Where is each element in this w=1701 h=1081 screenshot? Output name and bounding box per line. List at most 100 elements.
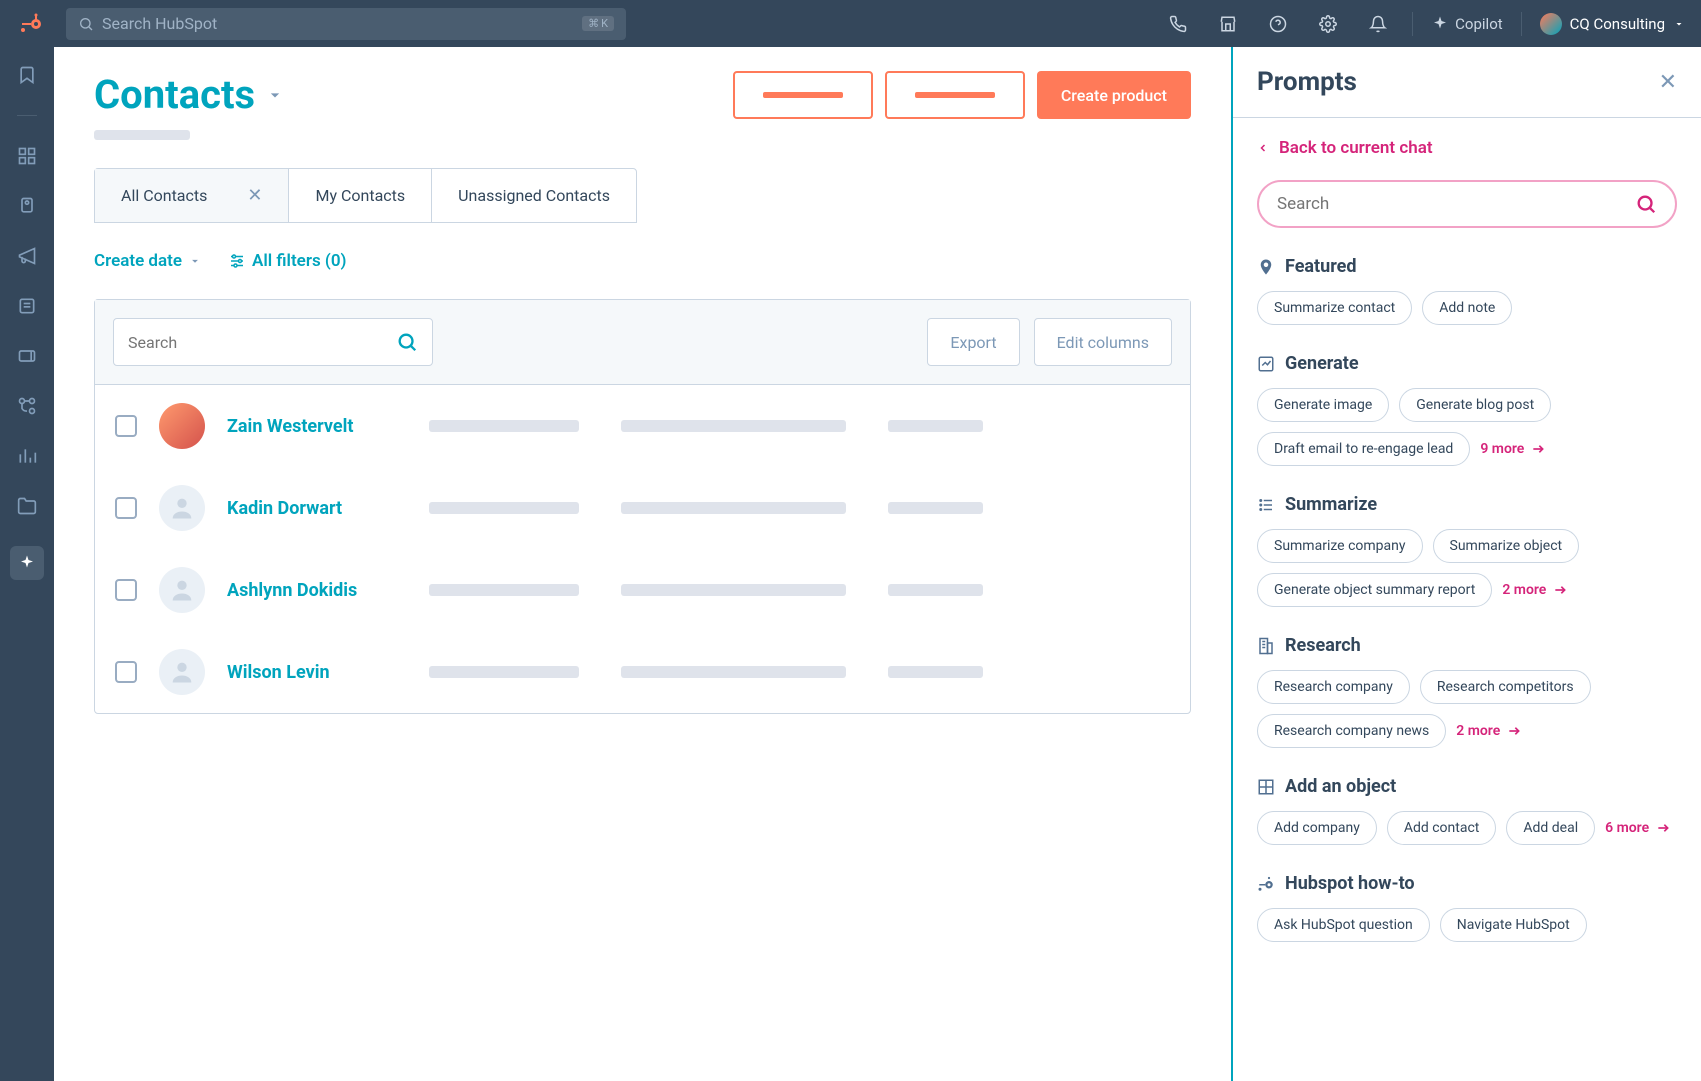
- prompt-chip[interactable]: Generate blog post: [1399, 388, 1551, 422]
- table-search-input[interactable]: [128, 333, 396, 352]
- copilot-button[interactable]: Copilot: [1431, 15, 1503, 33]
- prompt-chip[interactable]: Navigate HubSpot: [1440, 908, 1587, 942]
- action-outline-2[interactable]: [885, 71, 1025, 119]
- search-icon: [1635, 193, 1657, 215]
- prompt-chip[interactable]: Add company: [1257, 811, 1377, 845]
- more-link[interactable]: 9 more: [1480, 441, 1546, 457]
- row-checkbox[interactable]: [115, 579, 137, 601]
- prompt-chip[interactable]: Generate object summary report: [1257, 573, 1492, 607]
- prompts-panel: Prompts ✕ Back to current chat Featured …: [1231, 47, 1701, 1081]
- folder-icon[interactable]: [17, 496, 37, 516]
- prompts-search[interactable]: [1257, 180, 1677, 228]
- prompt-section: Generate Generate imageGenerate blog pos…: [1257, 353, 1677, 466]
- ticket-icon[interactable]: [17, 346, 37, 366]
- more-link[interactable]: 6 more: [1605, 820, 1671, 836]
- cell-skeleton: [429, 420, 579, 432]
- tab-my-contacts[interactable]: My Contacts: [289, 169, 432, 222]
- filter-all[interactable]: All filters (0): [228, 251, 347, 271]
- phone-icon[interactable]: [1162, 8, 1194, 40]
- sparkle-icon: [1431, 15, 1449, 33]
- copilot-label: Copilot: [1455, 15, 1503, 33]
- kbd-shortcut: ⌘K: [582, 16, 614, 31]
- contact-name-link[interactable]: Kadin Dorwart: [227, 498, 407, 519]
- contact-name-link[interactable]: Ashlynn Dokidis: [227, 580, 407, 601]
- prompt-chip[interactable]: Add contact: [1387, 811, 1497, 845]
- grid-icon[interactable]: [17, 146, 37, 166]
- cell-skeleton: [429, 584, 579, 596]
- reports-icon[interactable]: [17, 446, 37, 466]
- cell-skeleton: [621, 666, 846, 678]
- cell-skeleton: [621, 420, 846, 432]
- tab-unassigned[interactable]: Unassigned Contacts: [432, 169, 636, 222]
- cell-skeleton: [621, 502, 846, 514]
- prompt-chip[interactable]: Generate image: [1257, 388, 1389, 422]
- search-placeholder: Search HubSpot: [102, 14, 217, 33]
- nav-copilot-active[interactable]: [10, 546, 44, 580]
- prompt-chip[interactable]: Summarize object: [1433, 529, 1580, 563]
- chevron-left-icon: [1257, 142, 1269, 154]
- section-title: Add an object: [1285, 776, 1396, 797]
- prompt-section: Featured Summarize contactAdd note: [1257, 256, 1677, 325]
- contact-avatar: [159, 485, 205, 531]
- tab-label: My Contacts: [315, 186, 405, 205]
- prompt-chip[interactable]: Summarize company: [1257, 529, 1423, 563]
- sliders-icon: [228, 252, 246, 270]
- page-title[interactable]: Contacts: [94, 71, 285, 118]
- row-checkbox[interactable]: [115, 497, 137, 519]
- workflows-icon[interactable]: [17, 396, 37, 416]
- row-checkbox[interactable]: [115, 415, 137, 437]
- prompt-section: Add an object Add company Add contact Add …: [1257, 776, 1677, 845]
- contact-name-link[interactable]: Wilson Levin: [227, 662, 407, 683]
- cell-skeleton: [429, 666, 579, 678]
- table-search[interactable]: [113, 318, 433, 366]
- bookmark-icon[interactable]: [17, 65, 37, 85]
- more-link[interactable]: 2 more: [1456, 723, 1522, 739]
- contact-name-link[interactable]: Zain Westervelt: [227, 416, 407, 437]
- export-button[interactable]: Export: [927, 318, 1019, 366]
- action-outline-1[interactable]: [733, 71, 873, 119]
- prompt-chip[interactable]: Research company: [1257, 670, 1410, 704]
- prompts-search-input[interactable]: [1277, 194, 1635, 214]
- article-icon[interactable]: [17, 296, 37, 316]
- prompt-chip[interactable]: Ask HubSpot question: [1257, 908, 1430, 942]
- prompt-section: Hubspot how-to Ask HubSpot question Navig…: [1257, 873, 1677, 942]
- person-icon[interactable]: [17, 196, 37, 216]
- subtitle-skeleton: [94, 130, 190, 140]
- grid-icon: [1257, 778, 1275, 796]
- table-row: Wilson Levin: [95, 631, 1190, 713]
- more-link[interactable]: 2 more: [1502, 582, 1568, 598]
- prompt-chip[interactable]: Research competitors: [1420, 670, 1591, 704]
- megaphone-icon[interactable]: [17, 246, 37, 266]
- prompt-chip[interactable]: Summarize contact: [1257, 291, 1412, 325]
- table-row: Kadin Dorwart: [95, 467, 1190, 549]
- contact-avatar: [159, 649, 205, 695]
- filter-create-date[interactable]: Create date: [94, 251, 202, 271]
- contacts-table: Export Edit columns Zain Westervelt Kadi…: [94, 299, 1191, 714]
- hubspot-logo-icon[interactable]: [16, 9, 46, 39]
- close-icon[interactable]: ✕: [247, 185, 262, 206]
- prompt-section: Summarize Summarize companySummarize obj…: [1257, 494, 1677, 607]
- table-row: Ashlynn Dokidis: [95, 549, 1190, 631]
- prompt-chip[interactable]: Research company news: [1257, 714, 1446, 748]
- section-header: Hubspot how-to: [1257, 873, 1677, 894]
- edit-columns-button[interactable]: Edit columns: [1034, 318, 1172, 366]
- company-switcher[interactable]: CQ Consulting: [1540, 13, 1685, 35]
- marketplace-icon[interactable]: [1212, 8, 1244, 40]
- cell-skeleton: [621, 584, 846, 596]
- notifications-icon[interactable]: [1362, 8, 1394, 40]
- settings-icon[interactable]: [1312, 8, 1344, 40]
- main-content: Contacts Create product All Contacts ✕ M…: [54, 47, 1231, 1081]
- search-icon: [78, 16, 94, 32]
- prompt-chip[interactable]: Draft email to re-engage lead: [1257, 432, 1470, 466]
- section-header: Add an object: [1257, 776, 1677, 797]
- prompt-chip[interactable]: Add deal: [1506, 811, 1595, 845]
- global-search[interactable]: Search HubSpot ⌘K: [66, 8, 626, 40]
- row-checkbox[interactable]: [115, 661, 137, 683]
- prompt-chip[interactable]: Add note: [1422, 291, 1512, 325]
- close-icon[interactable]: ✕: [1659, 70, 1677, 95]
- chevron-down-icon: [1673, 18, 1685, 30]
- help-icon[interactable]: [1262, 8, 1294, 40]
- create-product-button[interactable]: Create product: [1037, 71, 1191, 119]
- back-link[interactable]: Back to current chat: [1257, 138, 1677, 158]
- tab-all-contacts[interactable]: All Contacts ✕: [95, 169, 289, 222]
